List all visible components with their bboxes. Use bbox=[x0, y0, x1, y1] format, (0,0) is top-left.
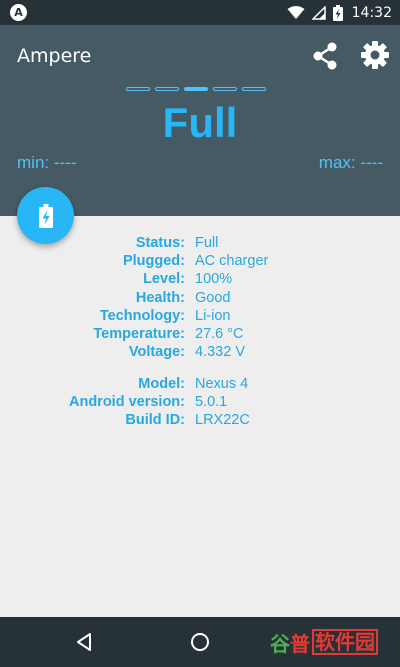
watermark-logo: 谷 普 软件园 bbox=[270, 627, 378, 657]
model-label: Model: bbox=[138, 376, 185, 392]
health-label: Health: bbox=[135, 289, 185, 306]
android-version-value: 5.0.1 bbox=[195, 394, 228, 411]
build-id-value: LRX22C bbox=[195, 412, 250, 429]
info-row-plugged: Plugged: AC charger bbox=[0, 252, 400, 270]
voltage-value: 4.332 V bbox=[195, 344, 245, 361]
info-row-build-id: Build ID: LRX22C bbox=[0, 411, 400, 429]
battery-charging-status-icon bbox=[332, 4, 343, 21]
info-row-technology: Technology: Li-ion bbox=[0, 307, 400, 325]
voltage-label: Voltage: bbox=[128, 344, 185, 361]
status-value: Full bbox=[195, 235, 219, 251]
share-icon[interactable] bbox=[310, 41, 340, 71]
battery-info-list: Status: Full Plugged: AC charger Level: … bbox=[0, 234, 400, 361]
page-indicator-dash-2 bbox=[155, 87, 179, 91]
gear-icon[interactable] bbox=[360, 40, 390, 70]
level-label: Level: bbox=[143, 271, 185, 288]
page-indicator-dash-4 bbox=[213, 87, 237, 91]
home-circle-icon[interactable] bbox=[189, 631, 211, 653]
info-row-model: Model: Nexus 4 bbox=[0, 375, 400, 393]
status-time: 14:32 bbox=[351, 4, 392, 21]
info-row-voltage: Voltage: 4.332 V bbox=[0, 343, 400, 361]
level-value: 100% bbox=[195, 271, 233, 288]
battery-charging-icon bbox=[38, 203, 53, 228]
watermark-part-2: 普 bbox=[290, 631, 310, 656]
status-label: Status: bbox=[135, 235, 185, 251]
page-indicator-dash-3 bbox=[184, 87, 208, 91]
status-icons: 14:32 bbox=[287, 0, 392, 25]
temperature-label: Temperature: bbox=[93, 325, 185, 342]
technology-label: Technology: bbox=[99, 307, 185, 324]
page-indicator-dash-1 bbox=[126, 87, 150, 91]
charge-status: Full bbox=[162, 99, 238, 146]
android-version-label: Android version: bbox=[68, 394, 185, 411]
cellular-signal-icon bbox=[311, 5, 326, 20]
watermark-part-3: 软件园 bbox=[312, 629, 378, 655]
wifi-icon bbox=[287, 5, 305, 19]
build-id-label: Build ID: bbox=[125, 412, 185, 429]
technology-value: Li-ion bbox=[195, 307, 231, 324]
health-value: Good bbox=[195, 289, 231, 306]
page-indicator-dash-5 bbox=[242, 87, 266, 91]
plugged-value: AC charger bbox=[195, 253, 269, 270]
app-header: Ampere Full min: ---- max: ---- bbox=[0, 25, 400, 216]
info-row-health: Health: Good bbox=[0, 289, 400, 307]
watermark-part-1: 谷 bbox=[270, 631, 290, 656]
app-notification-icon: A bbox=[10, 4, 27, 21]
info-row-temperature: Temperature: 27.6 °C bbox=[0, 325, 400, 343]
navigation-bar: 谷 普 软件园 bbox=[0, 617, 400, 667]
info-row-level: Level: 100% bbox=[0, 270, 400, 288]
model-value: Nexus 4 bbox=[195, 376, 249, 392]
device-info-list: Model: Nexus 4 Android version: 5.0.1 Bu… bbox=[0, 375, 400, 430]
info-row-status: Status: Full bbox=[0, 234, 400, 252]
status-bar: A 14:32 bbox=[0, 0, 400, 25]
app-title: Ampere bbox=[17, 45, 92, 67]
page-indicator bbox=[126, 87, 266, 91]
back-triangle-icon[interactable] bbox=[73, 631, 95, 653]
max-current-label: max: ---- bbox=[318, 153, 383, 172]
temperature-value: 27.6 °C bbox=[195, 325, 244, 342]
min-current-label: min: ---- bbox=[17, 153, 77, 172]
info-row-android-version: Android version: 5.0.1 bbox=[0, 393, 400, 411]
plugged-label: Plugged: bbox=[122, 253, 185, 270]
